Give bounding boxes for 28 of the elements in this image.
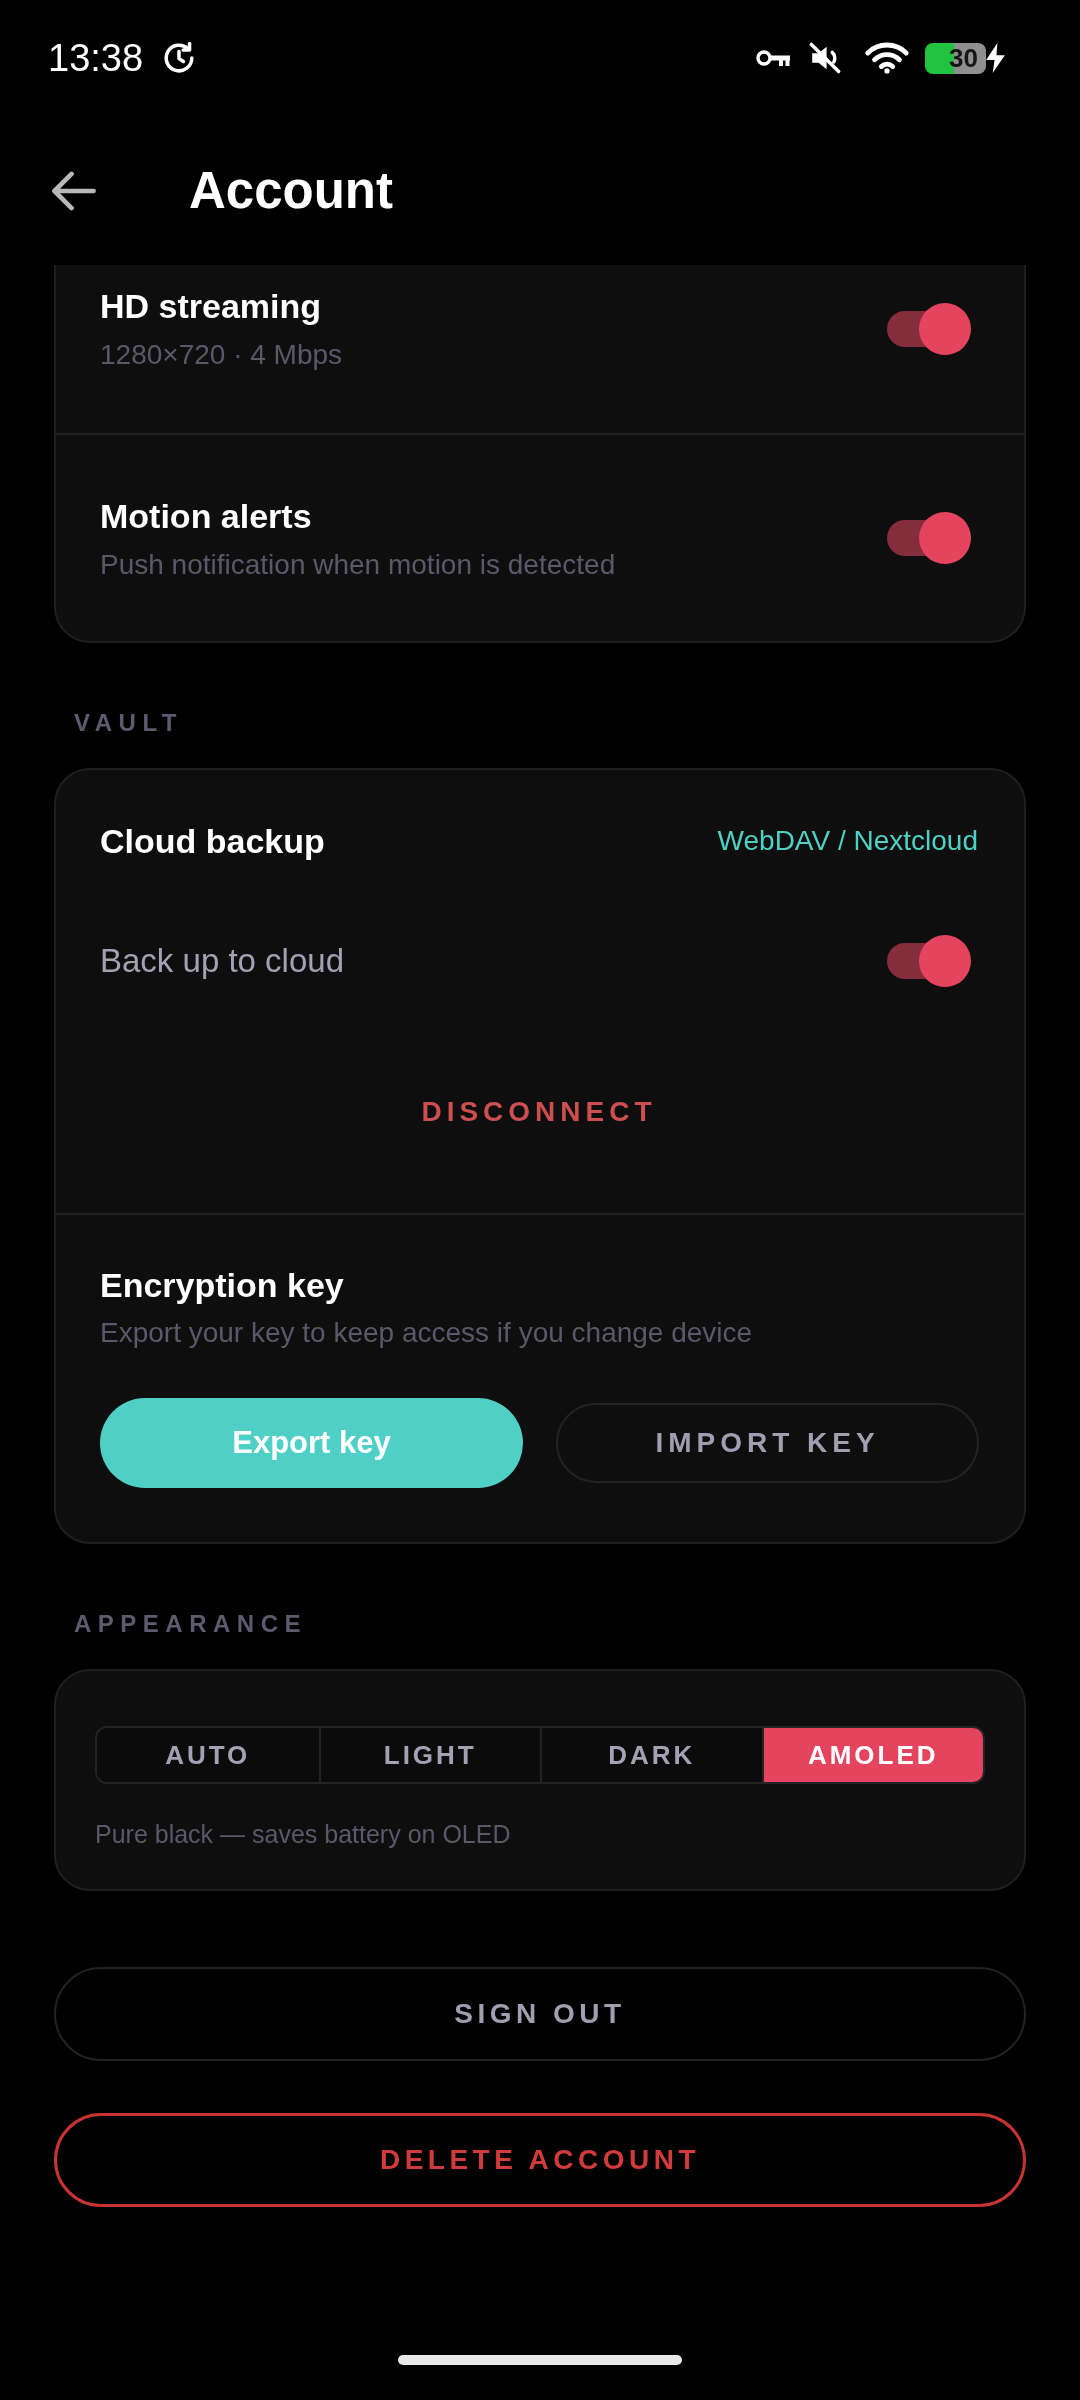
wifi-icon [864,42,910,74]
toggle-switch[interactable] [887,935,971,987]
sign-out-button[interactable]: SIGN OUT [54,1967,1026,2061]
section-subtitle: Export your key to keep access if you change device [100,1316,754,1350]
section-title: Cloud backup [100,821,325,862]
clock-arrow-icon [163,42,196,74]
theme-hint: Pure black — saves battery on OLED [95,1819,512,1850]
page-title: Account [189,160,393,221]
outline-button[interactable]: IMPORT KEY [556,1403,979,1483]
toggle-label: Back up to cloud [100,941,344,981]
back-button[interactable] [52,169,96,212]
disconnect-button[interactable]: DISCONNECT [391,1072,687,1152]
toggle-switch[interactable] [887,512,971,564]
section-title: Encryption key [100,1265,345,1306]
provider-label: WebDAV / Nextcloud [717,824,978,858]
theme-option[interactable]: AMOLED [761,1728,983,1782]
arrow-left-icon [52,169,96,212]
setting-title: Motion alerts [100,495,313,537]
mute-icon [809,42,841,74]
key-icon [756,48,790,68]
section-label: VAULT [74,708,183,738]
section-label: APPEARANCE [74,1609,308,1639]
setting-subtitle: 1280×720 · 4 Mbps [100,338,343,372]
status-time: 13:38 [48,39,144,77]
setting-title: HD streaming [100,286,323,327]
setting-subtitle: Push notification when motion is detected [100,547,616,582]
toggle-switch[interactable] [887,302,971,355]
delete-account-button[interactable]: DELETE ACCOUNT [54,2113,1026,2207]
